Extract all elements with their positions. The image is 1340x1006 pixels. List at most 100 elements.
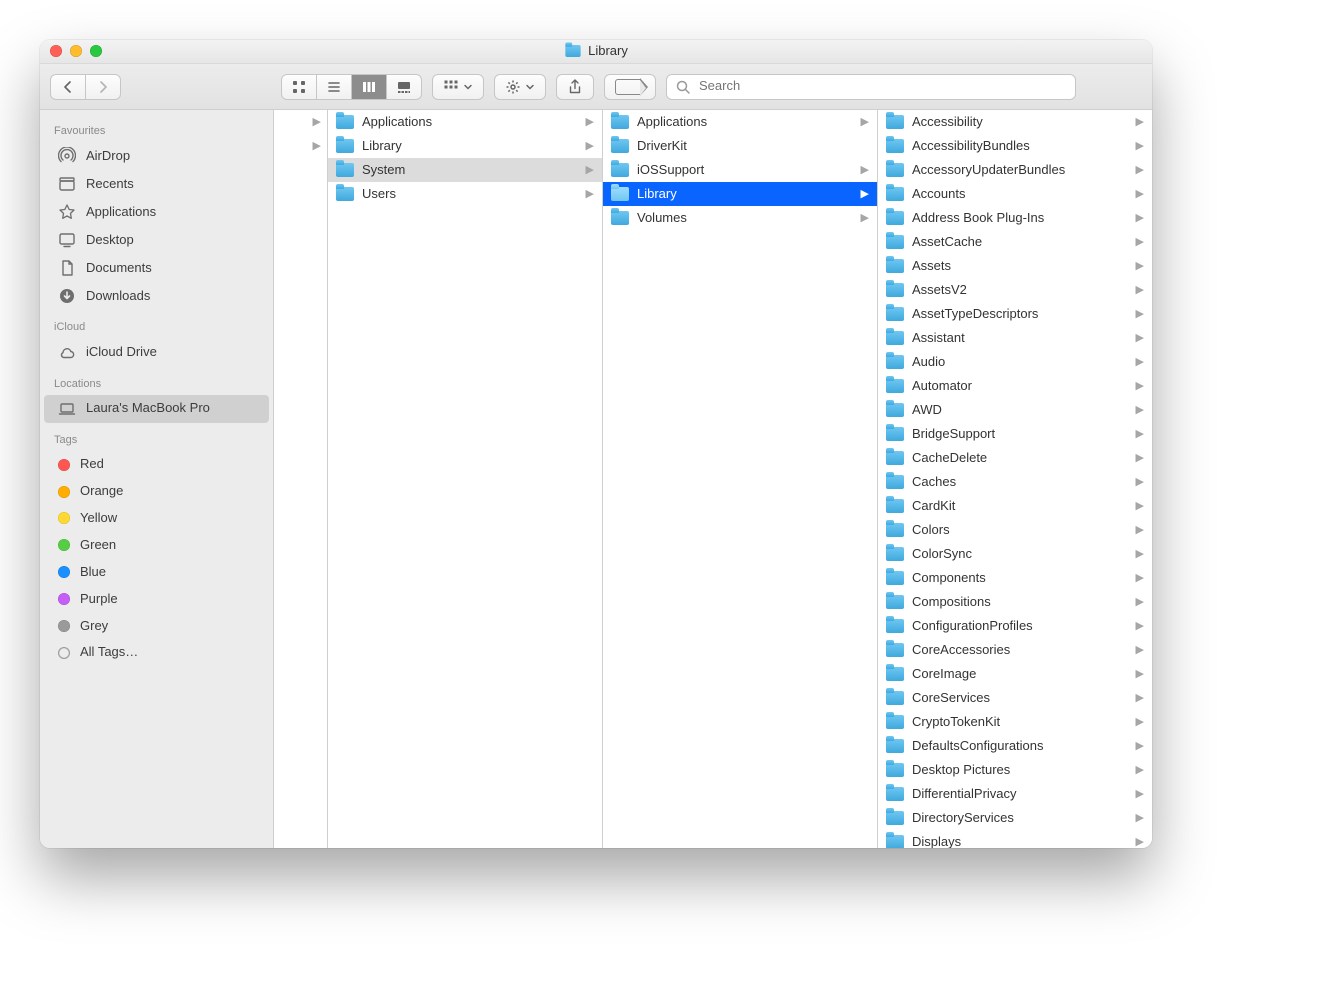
sidebar-item-grey[interactable]: Grey: [44, 613, 269, 640]
folder-icon: [886, 499, 904, 513]
sidebar-item-all-tags-[interactable]: All Tags…: [44, 639, 269, 666]
list-item[interactable]: ConfigurationProfiles▶: [878, 614, 1152, 638]
list-item[interactable]: AccessoryUpdaterBundles▶: [878, 158, 1152, 182]
list-item[interactable]: AssetsV2▶: [878, 278, 1152, 302]
list-item[interactable]: Volumes▶: [603, 206, 877, 230]
list-item[interactable]: Automator▶: [878, 374, 1152, 398]
minimize-button[interactable]: [70, 45, 82, 57]
item-name: AWD: [912, 402, 1128, 419]
list-item[interactable]: Applications▶: [328, 110, 602, 134]
folder-icon: [886, 379, 904, 393]
share-button[interactable]: [556, 74, 594, 100]
sidebar-item-orange[interactable]: Orange: [44, 478, 269, 505]
folder-icon: [886, 667, 904, 681]
list-item[interactable]: DriverKit: [603, 134, 877, 158]
list-item[interactable]: AccessibilityBundles▶: [878, 134, 1152, 158]
sidebar-item-yellow[interactable]: Yellow: [44, 505, 269, 532]
list-item[interactable]: Accounts▶: [878, 182, 1152, 206]
list-item[interactable]: Address Book Plug-Ins▶: [878, 206, 1152, 230]
list-item[interactable]: Assistant ▶: [878, 326, 1152, 350]
search-field[interactable]: [666, 74, 1076, 100]
tag-icon: [615, 79, 641, 95]
forward-button[interactable]: [86, 75, 120, 99]
list-item[interactable]: CoreServices▶: [878, 686, 1152, 710]
item-name: ColorSync: [912, 546, 1128, 563]
folder-icon: [611, 187, 629, 201]
sidebar-item-applications[interactable]: Applications: [44, 198, 269, 226]
view-columns-button[interactable]: [352, 75, 387, 99]
item-name: CacheDelete: [912, 450, 1128, 467]
sidebar-item-label: Laura's MacBook Pro: [86, 400, 210, 417]
parent-arrow[interactable]: ▶: [274, 134, 327, 158]
item-name: Assistant: [912, 330, 1128, 347]
chevron-right-icon: ▶: [1136, 331, 1144, 345]
view-icons-button[interactable]: [282, 75, 317, 99]
back-button[interactable]: [51, 75, 86, 99]
sidebar-item-label: Blue: [80, 564, 106, 581]
item-name: CryptoTokenKit: [912, 714, 1128, 731]
chevron-right-icon: ▶: [313, 115, 321, 129]
list-item[interactable]: CoreAccessories▶: [878, 638, 1152, 662]
list-item[interactable]: CoreImage▶: [878, 662, 1152, 686]
tags-button[interactable]: [604, 74, 656, 100]
chevron-right-icon: ▶: [1136, 523, 1144, 537]
list-item[interactable]: Library▶: [603, 182, 877, 206]
sidebar-item-laura-s-macbook-pro[interactable]: Laura's MacBook Pro: [44, 395, 269, 423]
list-item[interactable]: Library▶: [328, 134, 602, 158]
chevron-right-icon: ▶: [1136, 211, 1144, 225]
list-item[interactable]: Applications▶: [603, 110, 877, 134]
view-gallery-button[interactable]: [387, 75, 421, 99]
list-item[interactable]: CacheDelete▶: [878, 446, 1152, 470]
list-item[interactable]: AssetTypeDescriptors▶: [878, 302, 1152, 326]
chevron-right-icon: ▶: [1136, 811, 1144, 825]
list-item[interactable]: Audio▶: [878, 350, 1152, 374]
list-item[interactable]: AWD▶: [878, 398, 1152, 422]
sidebar-item-airdrop[interactable]: AirDrop: [44, 142, 269, 170]
chevron-right-icon: ▶: [1136, 379, 1144, 393]
sidebar-item-purple[interactable]: Purple: [44, 586, 269, 613]
action-button[interactable]: [494, 74, 546, 100]
item-name: CoreAccessories: [912, 642, 1128, 659]
list-item[interactable]: Accessibility▶: [878, 110, 1152, 134]
search-input[interactable]: [697, 77, 1067, 96]
folder-icon: [886, 523, 904, 537]
list-item[interactable]: Assets▶: [878, 254, 1152, 278]
list-item[interactable]: Displays▶: [878, 830, 1152, 848]
list-item[interactable]: Users▶: [328, 182, 602, 206]
sidebar-item-desktop[interactable]: Desktop: [44, 226, 269, 254]
zoom-button[interactable]: [90, 45, 102, 57]
list-item[interactable]: DirectoryServices▶: [878, 806, 1152, 830]
close-button[interactable]: [50, 45, 62, 57]
list-item[interactable]: ColorSync▶: [878, 542, 1152, 566]
list-item[interactable]: Colors▶: [878, 518, 1152, 542]
sidebar-item-green[interactable]: Green: [44, 532, 269, 559]
view-list-button[interactable]: [317, 75, 352, 99]
list-item[interactable]: CryptoTokenKit▶: [878, 710, 1152, 734]
tag-dot-icon: [58, 566, 70, 578]
list-item[interactable]: CardKit▶: [878, 494, 1152, 518]
list-item[interactable]: Compositions▶: [878, 590, 1152, 614]
sidebar-item-icloud-drive[interactable]: iCloud Drive: [44, 339, 269, 367]
list-item[interactable]: Caches▶: [878, 470, 1152, 494]
applications-icon: [58, 203, 76, 221]
list-item[interactable]: iOSSupport▶: [603, 158, 877, 182]
list-item[interactable]: BridgeSupport▶: [878, 422, 1152, 446]
sidebar-item-documents[interactable]: Documents: [44, 254, 269, 282]
grid-icon: [291, 79, 307, 95]
item-name: Library: [362, 138, 578, 155]
sidebar-item-downloads[interactable]: Downloads: [44, 282, 269, 310]
folder-icon: [886, 691, 904, 705]
list-item[interactable]: Components▶: [878, 566, 1152, 590]
list-item[interactable]: DifferentialPrivacy▶: [878, 782, 1152, 806]
parent-arrow[interactable]: ▶: [274, 110, 327, 134]
sidebar-header: Locations: [40, 367, 273, 395]
sidebar-item-recents[interactable]: Recents: [44, 170, 269, 198]
list-item[interactable]: Desktop Pictures▶: [878, 758, 1152, 782]
tag-dot-icon: [58, 647, 70, 659]
list-item[interactable]: DefaultsConfigurations▶: [878, 734, 1152, 758]
sidebar-item-blue[interactable]: Blue: [44, 559, 269, 586]
arrange-button[interactable]: [432, 74, 484, 100]
list-item[interactable]: System▶: [328, 158, 602, 182]
list-item[interactable]: AssetCache▶: [878, 230, 1152, 254]
sidebar-item-red[interactable]: Red: [44, 451, 269, 478]
